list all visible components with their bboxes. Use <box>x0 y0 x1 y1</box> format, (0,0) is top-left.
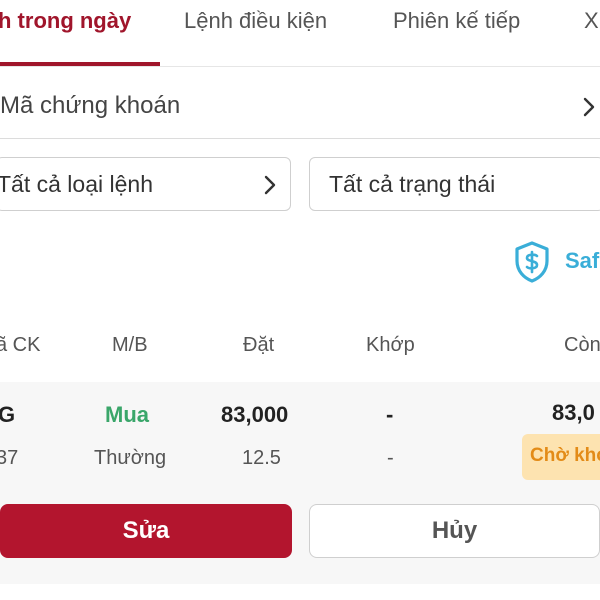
order-type: Thường <box>94 447 167 469</box>
header-symbol: ã CK <box>0 334 41 356</box>
order-book-screen: h trong ngày Lệnh điều kiện Phiên kế tiế… <box>0 0 600 600</box>
status-badge-label: Chờ khớ <box>530 445 600 466</box>
chevron-right-icon <box>583 97 595 117</box>
order-quantity: 12.5 <box>242 447 281 469</box>
chevron-right-icon <box>264 175 276 195</box>
order-symbol-sub: 37 <box>0 447 19 469</box>
header-remaining: Còn <box>564 334 600 356</box>
order-type-filter-label: Tất cả loại lệnh <box>0 171 153 197</box>
list-divider <box>0 584 600 600</box>
tab-conditional-orders[interactable]: Lệnh điều kiện <box>184 6 327 36</box>
order-side: Mua <box>105 402 149 427</box>
shield-dollar-icon <box>515 241 549 283</box>
orders-table-header: ã CK M/B Đặt Khớp Còn <box>0 326 600 370</box>
status-filter-label: Tất cả trạng thái <box>329 171 496 197</box>
order-symbol: G <box>0 402 16 427</box>
status-filter[interactable]: Tất cả trạng thái <box>309 157 600 211</box>
order-price: 83,000 <box>221 402 289 427</box>
symbol-filter-label: Mã chứng khoán <box>0 92 181 119</box>
order-type-filter[interactable]: Tất cả loại lệnh <box>0 157 291 211</box>
symbol-filter[interactable]: Mã chứng khoán <box>0 76 600 139</box>
matched-sub: - <box>387 447 394 469</box>
order-tabs: h trong ngày Lệnh điều kiện Phiên kế tiế… <box>0 0 600 67</box>
tab-intraday-orders[interactable]: h trong ngày <box>0 6 131 36</box>
status-badge: Chờ khớ <box>522 434 600 480</box>
matched-value: - <box>386 402 394 427</box>
header-matched: Khớp <box>366 334 415 356</box>
remaining-value: 83,0 <box>552 400 595 425</box>
header-order: Đặt <box>243 334 275 356</box>
tab-next-session[interactable]: Phiên kế tiếp <box>393 6 520 36</box>
cancel-order-button[interactable]: Hủy <box>309 504 600 558</box>
order-row[interactable]: G 37 Mua Thường 83,000 12.5 - - 83,0 Chờ… <box>0 382 600 584</box>
active-tab-indicator <box>0 62 160 66</box>
tab-more[interactable]: X <box>584 6 599 36</box>
safe-badge-label: Saf <box>565 248 600 273</box>
header-side: M/B <box>112 334 148 356</box>
edit-order-button[interactable]: Sửa <box>0 504 292 558</box>
